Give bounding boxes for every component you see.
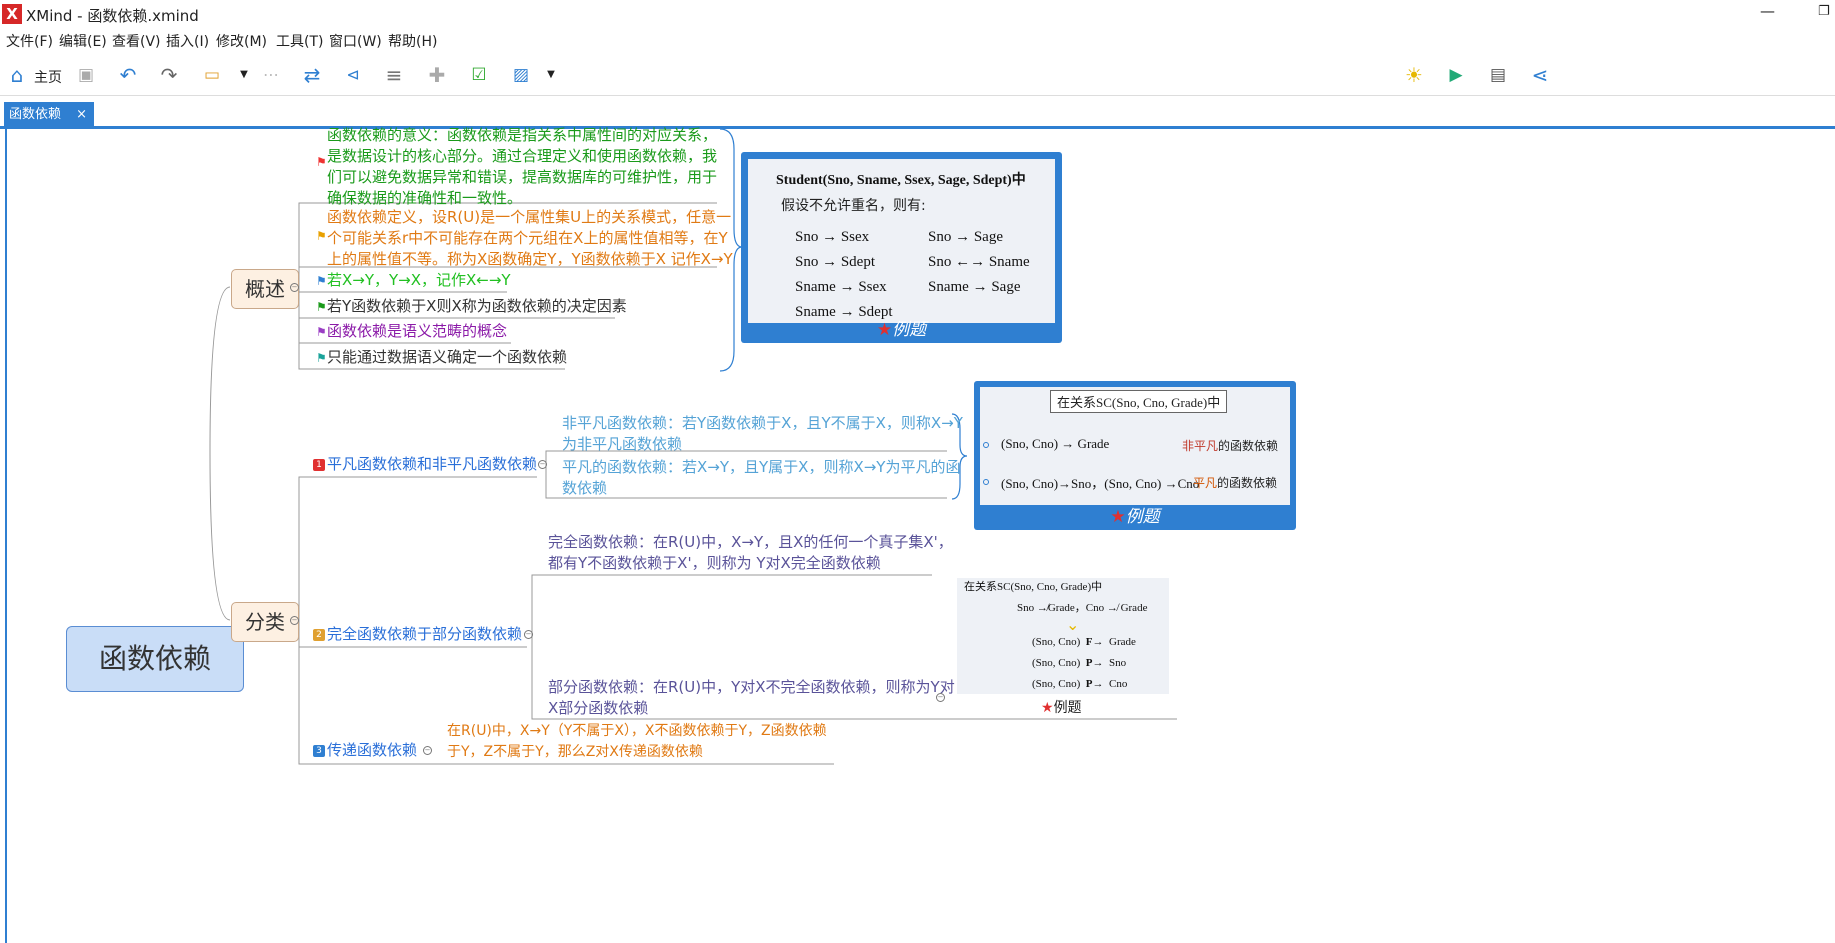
fd-right-0: Sno → Sage	[928, 229, 1003, 245]
home-label[interactable]: 主页	[34, 67, 62, 87]
menu-window[interactable]: 窗口(W)	[329, 31, 382, 51]
save-icon[interactable]: ▣	[73, 63, 99, 87]
row-full: (Sno, Cno) F→ Grade	[1032, 636, 1136, 648]
tab-mindmap[interactable]: 函数依赖 ×	[4, 102, 94, 129]
share-icon[interactable]: ⋖	[1527, 63, 1553, 87]
menu-view[interactable]: 查看(V)	[112, 31, 161, 51]
row1-left: (Sno, Cno) → Grade	[1001, 436, 1110, 451]
boundary-icon[interactable]: ≡	[381, 63, 407, 87]
presentation-icon[interactable]: ▶	[1443, 63, 1469, 87]
example-title: 在关系SC(Sno, Cno, Grade)中	[1050, 390, 1228, 413]
row-partial-cno: (Sno, Cno) P→ Cno	[1032, 678, 1128, 690]
collapse-icon[interactable]: −	[423, 746, 432, 755]
topic-classify[interactable]: 分类	[231, 602, 299, 642]
partial-fd-definition[interactable]: 部分函数依赖：在R(U)中，Y对X不完全函数依赖，则称为Y对 X部分函数依赖	[548, 677, 955, 719]
fd-left-2: Sname → Ssex	[795, 279, 887, 295]
priority-1-icon: 1	[313, 459, 325, 471]
tab-label: 函数依赖	[9, 107, 62, 122]
menu-bar: 文件(F) 编辑(E) 查看(V) 插入(I) 修改(M) 工具(T) 窗口(W…	[0, 28, 1835, 52]
transitive-definition[interactable]: 在R(U)中，X→Y（Y不属于X），X不函数依赖于Y，Z函数依赖 于Y，Z不属于…	[447, 721, 827, 763]
menu-tools[interactable]: 工具(T)	[276, 31, 323, 51]
topic-icon[interactable]: ▭	[199, 63, 225, 87]
row2-left: (Sno, Cno)→Sno，(Sno, Cno) →Cno	[1001, 476, 1200, 491]
overview-item-mutual[interactable]: 若X→Y，Y→X，记作X←→Y	[327, 270, 511, 291]
xmind-logo-icon: X	[2, 4, 22, 24]
image-dropdown-icon[interactable]: ▼	[538, 63, 564, 87]
collapse-icon[interactable]: −	[538, 460, 547, 469]
star-icon: ★	[876, 320, 893, 340]
row2-right: 平凡的函数依赖	[1193, 476, 1278, 490]
example-image-full-partial: 在关系SC(Sno, Cno, Grade)中 Sno ↛Grade，Cno ↛…	[957, 578, 1169, 694]
collapse-icon[interactable]: −	[290, 616, 299, 625]
priority-2-icon: 2	[313, 629, 325, 641]
topic-dropdown-icon[interactable]: ▼	[231, 63, 257, 87]
example-title: 在关系SC(Sno, Cno, Grade)中	[964, 581, 1103, 593]
menu-help[interactable]: 帮助(H)	[388, 31, 437, 51]
overview-item-definition[interactable]: 函数依赖定义，设R(U)是一个属性集U上的关系模式，任意一 个可能关系r中不可能…	[327, 207, 733, 270]
label-icon[interactable]: ✚	[424, 63, 450, 87]
title-bar: X XMind - 函数依赖.xmind — ❐	[0, 0, 1835, 27]
overview-item-semantic[interactable]: 函数依赖是语义范畴的概念	[327, 321, 507, 342]
priority-3-icon: 3	[313, 745, 325, 757]
example-card-trivial[interactable]: 在关系SC(Sno, Cno, Grade)中 (Sno, Cno) → Gra…	[974, 381, 1296, 530]
overview-item-only-semantic[interactable]: 只能通过数据语义确定一个函数依赖	[327, 347, 567, 368]
collapse-icon[interactable]: −	[524, 630, 533, 639]
collapse-icon[interactable]: −	[290, 283, 299, 292]
subtopic-full-partial[interactable]: 完全函数依赖于部分函数依赖	[327, 624, 522, 645]
example-subtitle: 假设不允许重名，则有:	[781, 198, 926, 214]
close-icon[interactable]: ×	[76, 102, 87, 127]
topic-overview[interactable]: 概述	[231, 269, 299, 309]
arrow-down-icon: ⌄	[1066, 615, 1080, 634]
example-image-trivial: 在关系SC(Sno, Cno, Grade)中 (Sno, Cno) → Gra…	[980, 387, 1290, 505]
fd-left-0: Sno → Ssex	[795, 229, 870, 245]
example-card-student[interactable]: Student(Sno, Sname, Ssex, Sage, Sdept)中 …	[741, 152, 1062, 343]
undo-icon[interactable]: ↶	[115, 63, 141, 87]
toolbar: ⌂ 主页 ▣ ↶ ↷ ▭ ▼ ⋯ ⇄ ⊲ ≡ ✚ ☑ ▨ ▼ ☀ ▶ ▤ ⋖	[0, 54, 1835, 96]
example-caption: ★例题	[1041, 700, 1082, 716]
subtopic-trivial[interactable]: 平凡函数依赖和非平凡函数依赖	[327, 454, 537, 475]
callout-icon[interactable]: ⋯	[258, 63, 284, 87]
row1-right: 非平凡的函数依赖	[1182, 439, 1279, 453]
menu-insert[interactable]: 插入(I)	[166, 31, 209, 51]
overview-item-determinant[interactable]: 若Y函数依赖于X则X称为函数依赖的决定因素	[327, 296, 627, 317]
star-icon: ★	[1110, 507, 1126, 527]
row-partial-sno: (Sno, Cno) P→ Sno	[1032, 657, 1127, 669]
mindmap-canvas[interactable]: 函数依赖 概述 − ⚑ 函数依赖的意义：函数依赖是指关系中属性间的对应关系， 是…	[5, 126, 1835, 943]
summary-icon[interactable]: ⊲	[340, 63, 366, 87]
fd-right-2: Sname → Sage	[928, 279, 1021, 295]
home-icon[interactable]: ⌂	[4, 63, 30, 87]
menu-modify[interactable]: 修改(M)	[216, 31, 267, 51]
menu-file[interactable]: 文件(F)	[6, 31, 53, 51]
minimize-button[interactable]: —	[1760, 2, 1775, 20]
example-line2: Sno ↛Grade，Cno ↛ Grade	[1017, 602, 1148, 614]
overview-item-meaning[interactable]: 函数依赖的意义：函数依赖是指关系中属性间的对应关系， 是数据设计的核心部分。通过…	[327, 125, 717, 209]
tab-bar: 函数依赖 ×	[0, 96, 1835, 129]
subtopic-transitive[interactable]: 传递函数依赖	[327, 740, 417, 761]
nontrivial-definition[interactable]: 非平凡函数依赖：若Y函数依赖于X，且Y不属于X，则称X→Y 为非平凡函数依赖	[562, 413, 963, 455]
root-topic[interactable]: 函数依赖	[66, 626, 244, 692]
lightbulb-icon[interactable]: ☀	[1401, 63, 1427, 87]
trivial-definition[interactable]: 平凡的函数依赖：若X→Y，且Y属于X，则称X→Y为平凡的函 数依赖	[562, 457, 960, 499]
window-title: XMind - 函数依赖.xmind	[26, 7, 199, 25]
star-icon: ★	[1041, 700, 1054, 716]
example-caption: ★例题	[876, 320, 927, 340]
panel-icon[interactable]: ▤	[1485, 63, 1511, 87]
redo-icon[interactable]: ↷	[156, 63, 182, 87]
task-icon[interactable]: ☑	[466, 63, 492, 87]
menu-edit[interactable]: 编辑(E)	[59, 31, 107, 51]
relationship-icon[interactable]: ⇄	[299, 63, 325, 87]
restore-button[interactable]: ❐	[1818, 4, 1830, 19]
image-icon[interactable]: ▨	[508, 63, 534, 87]
bullet-icon	[983, 479, 989, 485]
full-fd-definition[interactable]: 完全函数依赖：在R(U)中，X→Y，且X的任何一个真子集X'， 都有Y不函数依赖…	[548, 532, 953, 574]
collapse-icon[interactable]: −	[936, 693, 945, 702]
bullet-icon	[983, 442, 989, 448]
fd-right-1: Sno ←→ Sname	[928, 254, 1030, 270]
fd-left-1: Sno → Sdept	[795, 254, 876, 270]
example-image-student: Student(Sno, Sname, Ssex, Sage, Sdept)中 …	[748, 159, 1055, 323]
example-title: Student(Sno, Sname, Ssex, Sage, Sdept)中	[776, 173, 1026, 188]
example-caption: ★例题	[1110, 507, 1160, 527]
